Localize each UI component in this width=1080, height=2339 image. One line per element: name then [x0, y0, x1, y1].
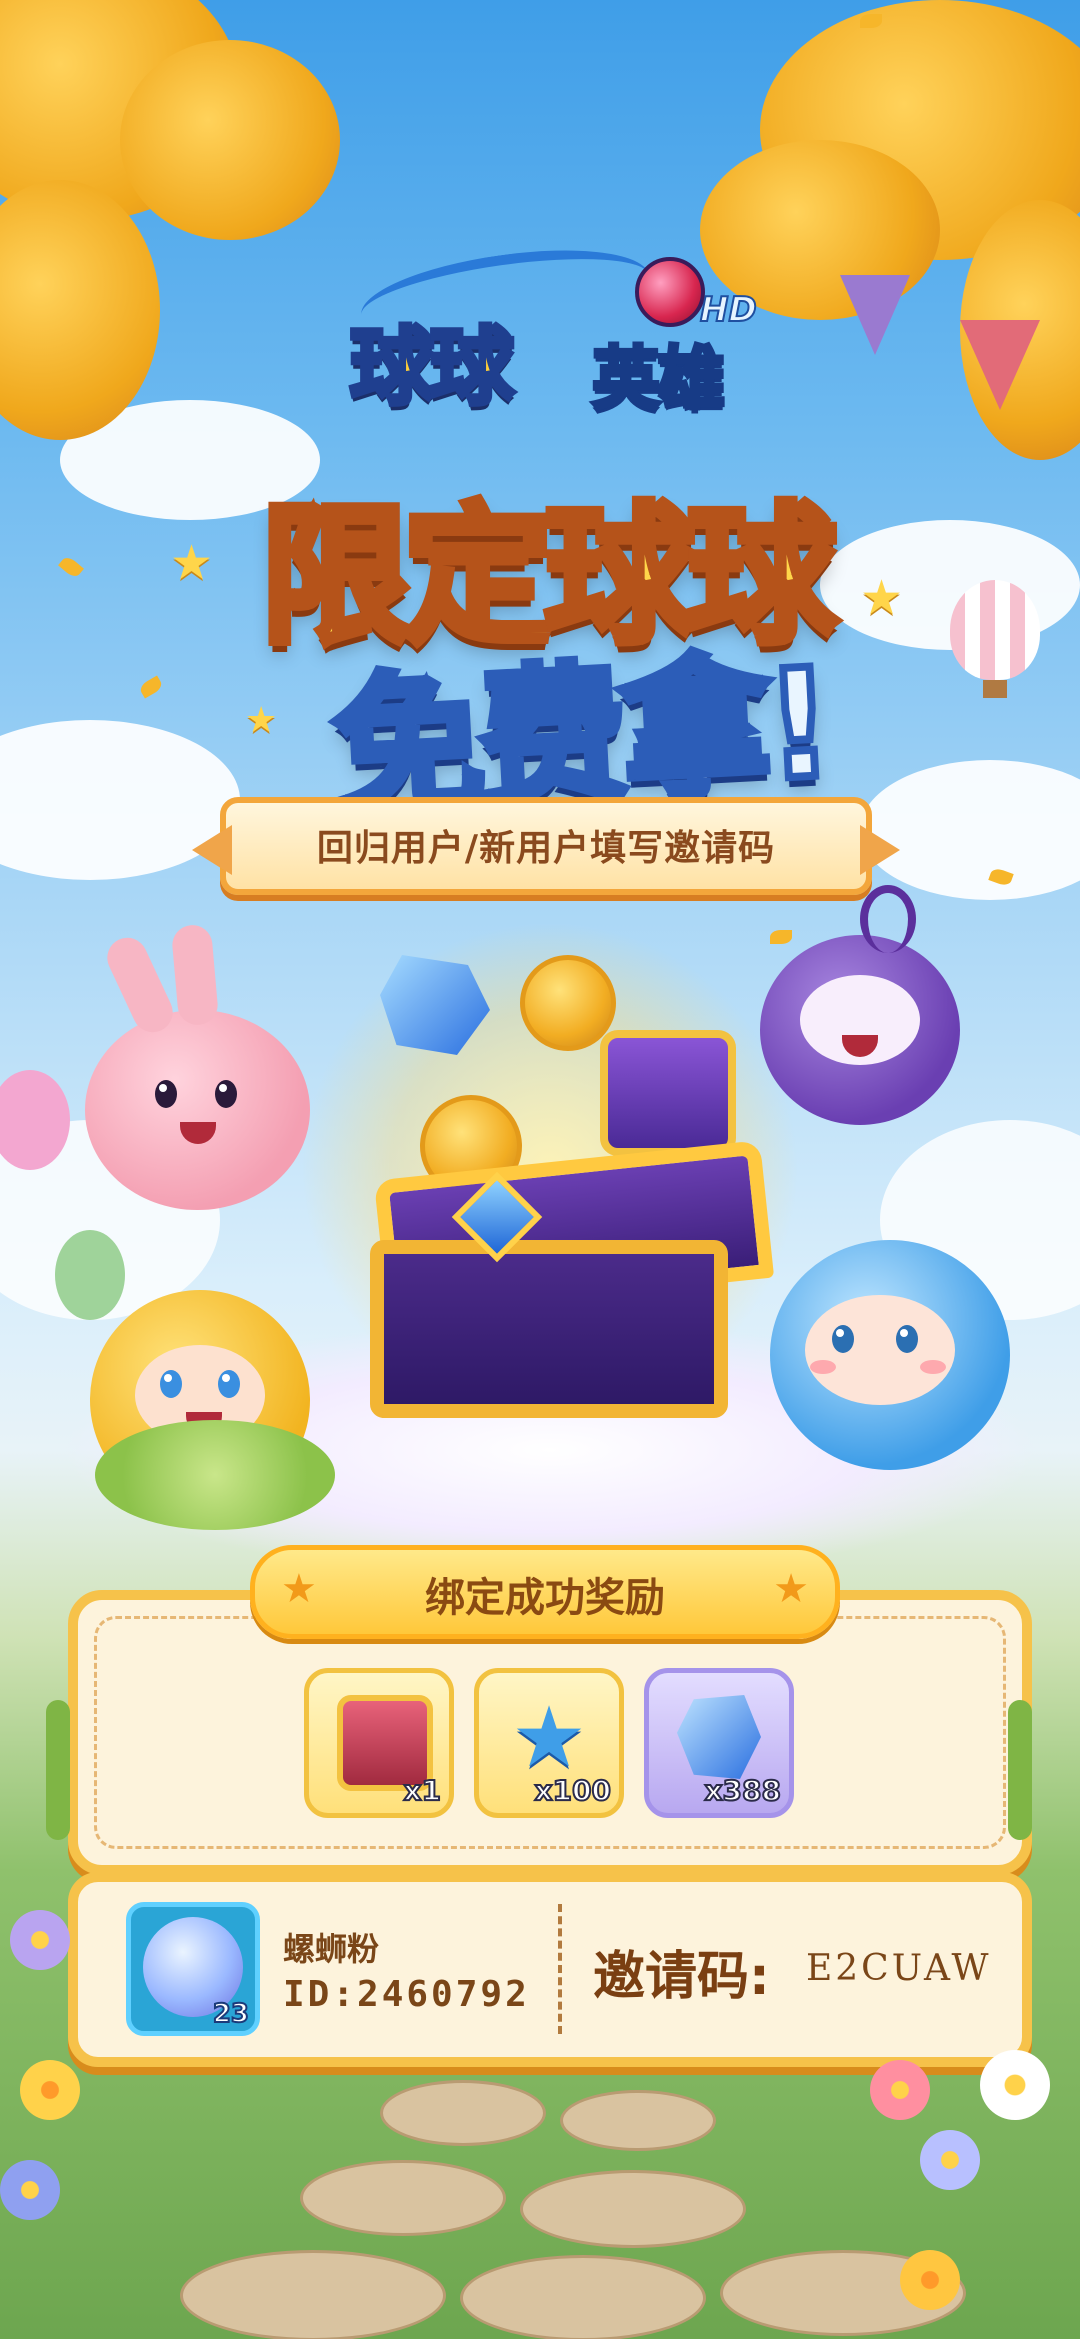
- blush: [810, 1360, 836, 1374]
- balloon-basket: [983, 680, 1007, 698]
- logo-hd-text: HD: [699, 289, 758, 331]
- crystal-gems-icon: [677, 1695, 761, 1779]
- logo-sub-text: 英雄: [590, 338, 727, 421]
- invite-code-value[interactable]: E2CUAW: [806, 1948, 992, 1989]
- treasure-chest-icon: [370, 1240, 728, 1418]
- vine-decoration: [1008, 1700, 1032, 1840]
- eye: [155, 1080, 177, 1108]
- eye: [215, 1080, 237, 1108]
- leaf-skirt: [95, 1420, 335, 1530]
- star-icon: ★: [773, 1566, 809, 1612]
- flower-icon: [920, 2130, 980, 2190]
- path-stone: [180, 2250, 446, 2339]
- banner-text: 回归用户/新用户填写邀请码: [316, 828, 776, 869]
- eye: [896, 1325, 918, 1353]
- flower-icon: [980, 2050, 1050, 2120]
- star-icon: ★: [170, 535, 214, 591]
- blush: [920, 1360, 946, 1374]
- divider: [558, 1904, 562, 2034]
- invite-banner: 回归用户/新用户填写邀请码: [192, 797, 900, 895]
- leaf-icon: [137, 675, 165, 699]
- flower-icon: [900, 2250, 960, 2310]
- star-icon: ★: [511, 1688, 587, 1786]
- user-invite-card: 23 螺蛳粉 ID:2460792 邀请码: E2CUAW: [68, 1872, 1032, 2067]
- grape-sprout: [860, 885, 916, 953]
- logo-ball-icon: [635, 257, 705, 327]
- face: [805, 1295, 955, 1405]
- eye: [218, 1370, 240, 1398]
- vine-decoration: [46, 1700, 70, 1840]
- flower-icon: [20, 2060, 80, 2120]
- eye: [832, 1325, 854, 1353]
- user-id: ID:2460792: [283, 1974, 530, 2015]
- autumn-tree-left: [120, 40, 340, 240]
- star-icon: ★: [860, 570, 904, 626]
- star-icon: ★: [245, 700, 278, 741]
- rabbit-ear: [170, 923, 220, 1027]
- path-stone: [520, 2170, 746, 2248]
- flower-icon: [0, 2160, 60, 2220]
- grape-ball-character: [760, 935, 960, 1125]
- invite-code-label: 邀请码:: [593, 1947, 770, 2007]
- path-stone: [460, 2255, 706, 2339]
- reward-item[interactable]: x1: [304, 1668, 454, 1818]
- rabbit-ear: [100, 931, 180, 1039]
- reward-item[interactable]: x388: [644, 1668, 794, 1818]
- small-chest-icon: [600, 1030, 736, 1156]
- path-stone: [380, 2080, 546, 2146]
- logo-main-text: 球球: [347, 316, 516, 419]
- avatar[interactable]: 23: [126, 1902, 260, 2036]
- flower-icon: [10, 1910, 70, 1970]
- reward-item-count: x1: [402, 1773, 442, 1808]
- game-logo: 球球 英雄 HD: [330, 235, 790, 430]
- hot-air-balloon-icon: [950, 580, 1040, 680]
- reward-item-count: x388: [703, 1773, 782, 1808]
- avatar-level: 23: [212, 1998, 250, 2030]
- reward-title: 绑定成功奖励: [425, 1575, 665, 1621]
- balloon-icon: [55, 1230, 125, 1320]
- leaf-icon: [770, 930, 792, 944]
- path-stone: [560, 2090, 716, 2151]
- reward-title-bar: ★ 绑定成功奖励 ★: [250, 1545, 840, 1639]
- reward-item-count: x100: [533, 1773, 612, 1808]
- shark-ball-character: [770, 1240, 1010, 1470]
- autumn-tree-left: [0, 180, 160, 440]
- leaf-icon: [58, 554, 84, 580]
- mouth: [180, 1122, 216, 1144]
- promo-page: 球球 英雄 HD 限定球球 免费拿! ★ ★ ★ 回归用户/新用户填写邀请码 x…: [0, 0, 1080, 2339]
- reward-item[interactable]: ★ x100: [474, 1668, 624, 1818]
- rabbit-ball-character: [85, 1010, 310, 1210]
- user-name: 螺蛳粉: [283, 1930, 380, 1968]
- coin-icon: [520, 955, 616, 1051]
- path-stone: [300, 2160, 506, 2236]
- leaf-icon: [860, 14, 882, 28]
- eye: [160, 1370, 182, 1398]
- flower-icon: [870, 2060, 930, 2120]
